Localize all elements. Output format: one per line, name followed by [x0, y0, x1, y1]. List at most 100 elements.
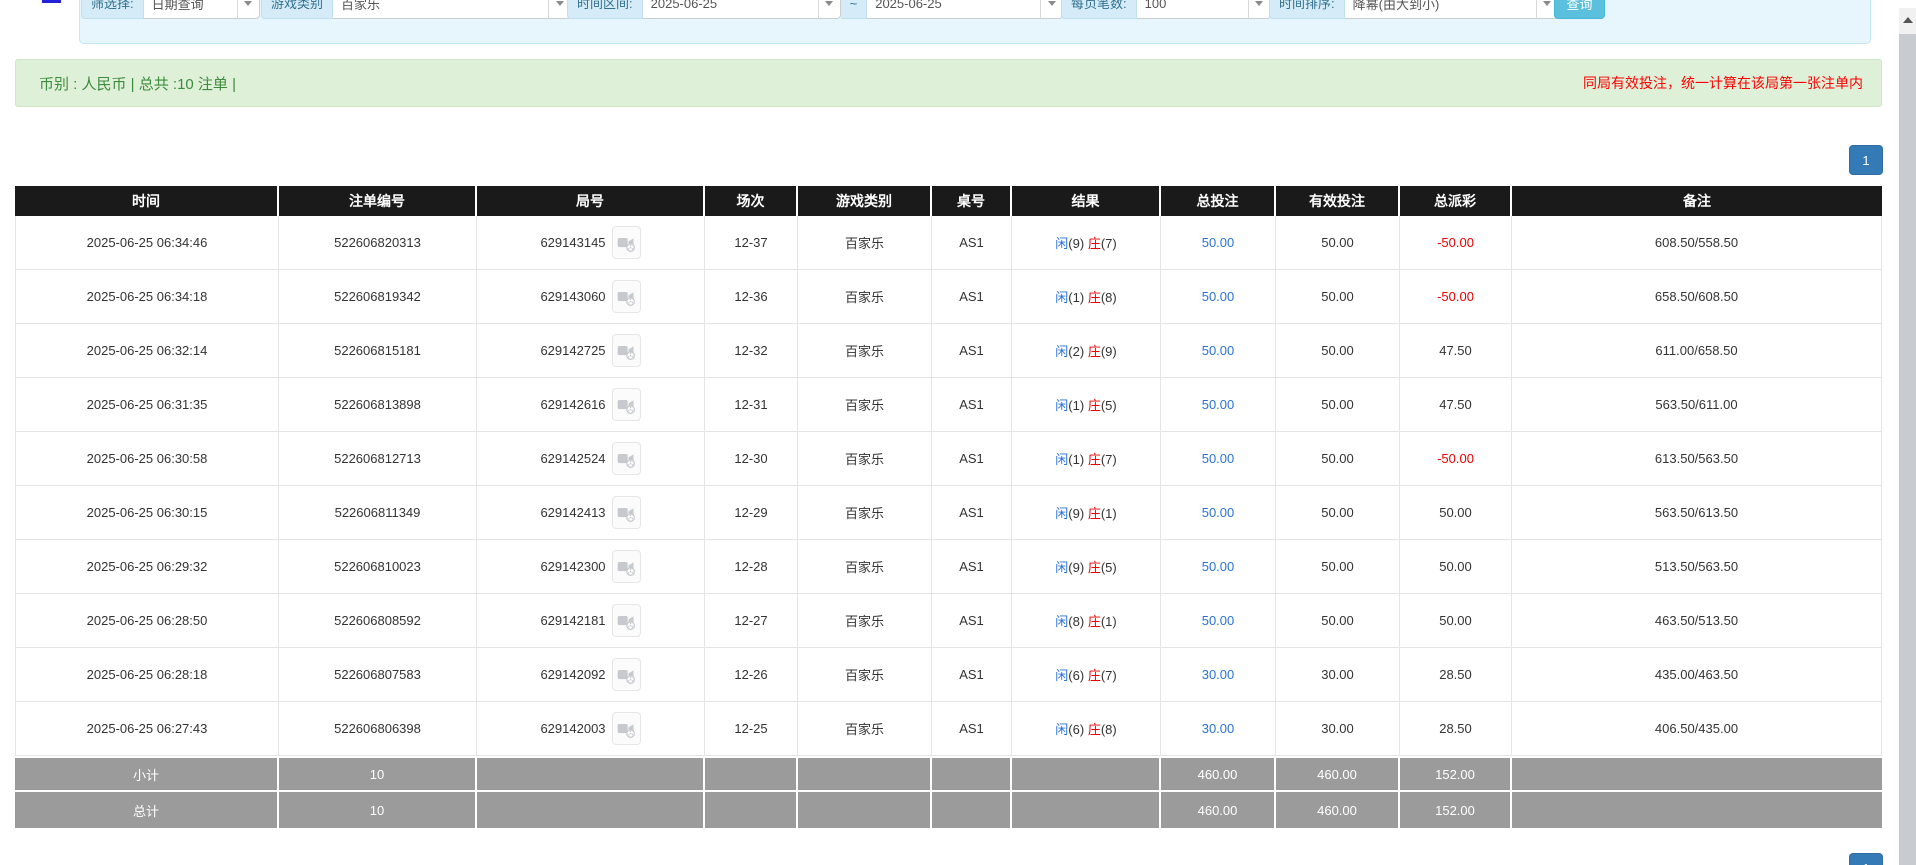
- cell-result: 闲(9) 庄(7): [1012, 216, 1161, 270]
- cell-total-bet[interactable]: 50.00: [1161, 432, 1276, 486]
- cell-bet-number: 522606813898: [279, 378, 477, 432]
- sort-select[interactable]: 降幂(由大到小): [1345, 0, 1559, 19]
- video-replay-button[interactable]: [612, 658, 641, 691]
- scrollbar-up-arrow-icon[interactable]: [1899, 10, 1916, 30]
- video-replay-button[interactable]: [612, 604, 641, 637]
- pagination-page-1-bottom[interactable]: 1: [1849, 853, 1883, 865]
- result-player-label: 闲: [1055, 452, 1068, 467]
- cell-remark: 513.50/563.50: [1512, 540, 1882, 594]
- video-replay-button[interactable]: [612, 388, 641, 421]
- cell-remark: 611.00/658.50: [1512, 324, 1882, 378]
- result-banker-label: 庄: [1088, 614, 1101, 629]
- cell-session: 12-28: [705, 540, 798, 594]
- result-player-score: (1): [1068, 452, 1084, 467]
- cell-remark: 608.50/558.50: [1512, 216, 1882, 270]
- cell-remark: 435.00/463.50: [1512, 648, 1882, 702]
- cell-valid-bet: 50.00: [1276, 594, 1400, 648]
- filter-select-group: 筛选择: 日期查询: [81, 0, 260, 19]
- cell-round: 629142181: [477, 594, 705, 648]
- video-replay-button[interactable]: [612, 496, 641, 529]
- video-replay-button[interactable]: [612, 712, 641, 745]
- video-replay-button[interactable]: [612, 442, 641, 475]
- table-row: 2025-06-25 06:34:46 522606820313 6291431…: [15, 216, 1882, 270]
- grand-total-valid-bet: 460.00: [1276, 792, 1400, 828]
- pagination-page-1-top[interactable]: 1: [1849, 145, 1883, 175]
- cell-payout: 50.00: [1400, 594, 1512, 648]
- cell-bet-number: 522606812713: [279, 432, 477, 486]
- cell-total-bet[interactable]: 50.00: [1161, 594, 1276, 648]
- cell-remark: 563.50/613.50: [1512, 486, 1882, 540]
- table-header-row: 时间 注单编号 局号 场次 游戏类别 桌号 结果 总投注 有效投注 总派彩 备注: [15, 186, 1882, 216]
- header-table: 桌号: [932, 186, 1012, 216]
- cell-payout: -50.00: [1400, 270, 1512, 324]
- cell-total-bet[interactable]: 50.00: [1161, 486, 1276, 540]
- page-size-select[interactable]: 100: [1137, 0, 1271, 19]
- cell-total-bet[interactable]: 50.00: [1161, 270, 1276, 324]
- grand-total-label: 总计: [15, 792, 279, 828]
- header-bet-number: 注单编号: [279, 186, 477, 216]
- cell-valid-bet: 50.00: [1276, 540, 1400, 594]
- cell-valid-bet: 50.00: [1276, 324, 1400, 378]
- header-round: 局号: [477, 186, 705, 216]
- cell-game-type: 百家乐: [798, 324, 932, 378]
- date-from-value: 2025-06-25: [643, 0, 818, 11]
- video-replay-button[interactable]: [612, 226, 641, 259]
- cell-valid-bet: 30.00: [1276, 648, 1400, 702]
- cell-bet-number: 522606810023: [279, 540, 477, 594]
- video-replay-button[interactable]: [612, 550, 641, 583]
- date-from-input[interactable]: 2025-06-25: [643, 0, 841, 19]
- sort-value: 降幂(由大到小): [1345, 0, 1536, 13]
- cell-payout: 50.00: [1400, 540, 1512, 594]
- video-replay-button[interactable]: [612, 334, 641, 367]
- game-type-select[interactable]: 百家乐: [333, 0, 571, 19]
- cell-total-bet[interactable]: 50.00: [1161, 216, 1276, 270]
- video-camera-icon: [616, 341, 636, 361]
- cell-total-bet[interactable]: 50.00: [1161, 378, 1276, 432]
- cell-round: 629142616: [477, 378, 705, 432]
- result-banker-label: 庄: [1088, 236, 1101, 251]
- cell-payout: -50.00: [1400, 432, 1512, 486]
- result-player-score: (9): [1068, 506, 1084, 521]
- cell-bet-number: 522606815181: [279, 324, 477, 378]
- bet-records-table: 时间 注单编号 局号 场次 游戏类别 桌号 结果 总投注 有效投注 总派彩 备注…: [15, 186, 1882, 828]
- cell-session: 12-30: [705, 432, 798, 486]
- table-row: 2025-06-25 06:29:32 522606810023 6291423…: [15, 540, 1882, 594]
- date-to-input[interactable]: 2025-06-25: [867, 0, 1063, 19]
- table-row: 2025-06-25 06:28:50 522606808592 6291421…: [15, 594, 1882, 648]
- cell-time: 2025-06-25 06:32:14: [15, 324, 279, 378]
- cell-payout: 50.00: [1400, 486, 1512, 540]
- round-number: 629142181: [540, 613, 605, 628]
- filter-type-select[interactable]: 日期查询: [144, 0, 260, 19]
- header-time: 时间: [15, 186, 279, 216]
- result-banker-label: 庄: [1088, 398, 1101, 413]
- result-player-label: 闲: [1055, 506, 1068, 521]
- cell-time: 2025-06-25 06:34:18: [15, 270, 279, 324]
- cell-valid-bet: 50.00: [1276, 378, 1400, 432]
- clipped-top-link[interactable]: [42, 0, 61, 3]
- cell-session: 12-36: [705, 270, 798, 324]
- round-number: 629142524: [540, 451, 605, 466]
- cell-total-bet[interactable]: 50.00: [1161, 540, 1276, 594]
- video-camera-icon: [616, 233, 636, 253]
- scrollbar-thumb[interactable]: [1899, 34, 1916, 865]
- search-button[interactable]: 查询: [1554, 0, 1605, 19]
- cell-remark: 563.50/611.00: [1512, 378, 1882, 432]
- cell-result: 闲(6) 庄(7): [1012, 648, 1161, 702]
- vertical-scrollbar: [1899, 8, 1916, 865]
- result-player-label: 闲: [1055, 398, 1068, 413]
- page-size-group: 每页笔数: 100: [1061, 0, 1271, 19]
- cell-total-bet[interactable]: 30.00: [1161, 702, 1276, 756]
- cell-valid-bet: 50.00: [1276, 216, 1400, 270]
- cell-total-bet[interactable]: 30.00: [1161, 648, 1276, 702]
- subtotal-total-bet: 460.00: [1161, 756, 1276, 792]
- round-number: 629142003: [540, 721, 605, 736]
- cell-game-type: 百家乐: [798, 702, 932, 756]
- header-game-type: 游戏类别: [798, 186, 932, 216]
- video-camera-icon: [616, 503, 636, 523]
- game-type-value: 百家乐: [333, 0, 548, 13]
- result-player-label: 闲: [1055, 668, 1068, 683]
- header-result: 结果: [1012, 186, 1161, 216]
- cell-total-bet[interactable]: 50.00: [1161, 324, 1276, 378]
- cell-bet-number: 522606808592: [279, 594, 477, 648]
- video-replay-button[interactable]: [612, 280, 641, 313]
